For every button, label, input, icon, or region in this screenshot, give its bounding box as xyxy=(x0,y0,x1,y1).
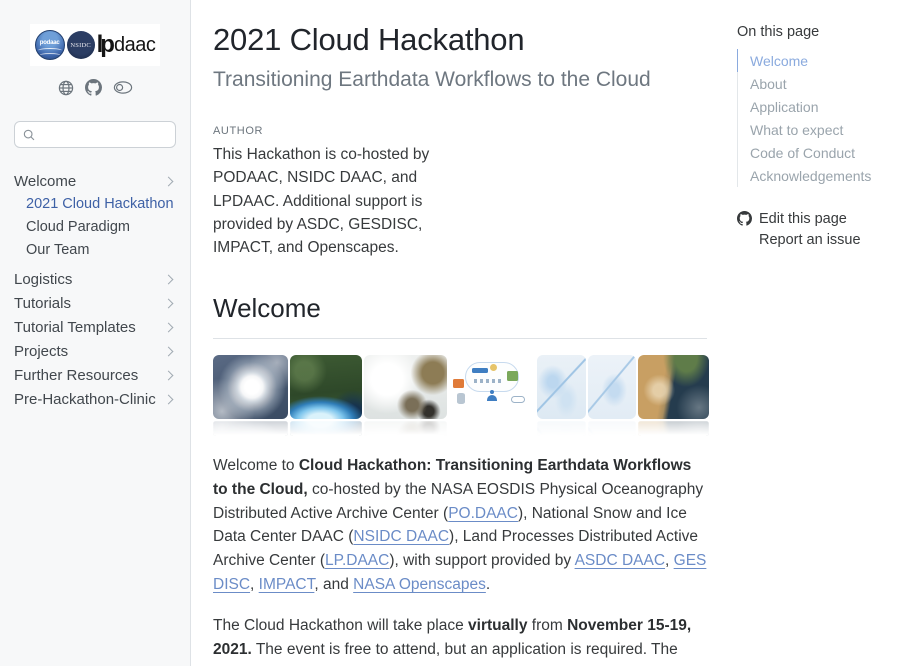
section-heading-welcome: Welcome xyxy=(213,293,707,339)
github-icon[interactable] xyxy=(85,79,102,96)
link-nasa-openscapes[interactable]: NASA Openscapes xyxy=(353,576,486,593)
cloud-architecture-diagram xyxy=(449,355,535,436)
sidebar-item-label: Welcome xyxy=(14,173,76,190)
desert-coast-satellite xyxy=(638,355,709,436)
toc-item-acknowledgements[interactable]: Acknowledgements xyxy=(737,164,892,187)
report-an-issue-link[interactable]: Report an issue xyxy=(737,229,892,250)
report-an-issue-label: Report an issue xyxy=(759,232,861,248)
page-subtitle: Transitioning Earthdata Workflows to the… xyxy=(213,68,707,92)
sidebar-item-further-resources[interactable]: Further Resources xyxy=(14,363,176,387)
chevron-right-icon xyxy=(164,274,174,284)
main-area: 2021 Cloud Hackathon Transitioning Earth… xyxy=(191,0,900,666)
toc-item-what-to-expect[interactable]: What to expect xyxy=(737,118,892,141)
sidebar-nav: Welcome 2021 Cloud Hackathon Cloud Parad… xyxy=(14,169,176,411)
sidebar-item-projects[interactable]: Projects xyxy=(14,339,176,363)
page-title: 2021 Cloud Hackathon xyxy=(213,22,707,58)
link-nsidc-daac[interactable]: NSIDC DAAC xyxy=(353,528,449,545)
banner-image-strip xyxy=(213,355,707,436)
sidebar-item-label: Tutorial Templates xyxy=(14,319,136,336)
search-box[interactable] xyxy=(14,121,176,148)
link-lpdaac[interactable]: LP.DAAC xyxy=(325,552,389,569)
sidebar: podaac NSIDC lp daac xyxy=(0,0,191,666)
hurricane-satellite xyxy=(213,355,288,436)
toc-heading: On this page xyxy=(737,24,892,40)
edit-this-page-label: Edit this page xyxy=(759,211,847,227)
nsidc-logo-icon: NSIDC xyxy=(67,31,95,59)
sidebar-item-label: Projects xyxy=(14,343,68,360)
sidebar-item-label: Further Resources xyxy=(14,367,138,384)
toc-item-welcome[interactable]: Welcome xyxy=(737,49,892,72)
author-label: AUTHOR xyxy=(213,125,707,137)
link-asdc-daac[interactable]: ASDC DAAC xyxy=(575,552,665,569)
toc: On this page Welcome About Application W… xyxy=(737,0,900,666)
toc-actions: Edit this page Report an issue xyxy=(737,208,892,250)
edit-this-page-link[interactable]: Edit this page xyxy=(737,208,892,229)
toc-item-code-of-conduct[interactable]: Code of Conduct xyxy=(737,141,892,164)
sidebar-item-2021-cloud-hackathon[interactable]: 2021 Cloud Hackathon xyxy=(14,193,176,216)
coastal-forest-satellite xyxy=(290,355,362,436)
link-impact[interactable]: IMPACT xyxy=(259,576,315,593)
schedule-paragraph: The Cloud Hackathon will take place virt… xyxy=(213,614,707,666)
daac-label: daac xyxy=(114,35,155,55)
lp-mark-label: lp xyxy=(97,33,112,57)
author-text: This Hackathon is co-hosted by PODAAC, N… xyxy=(213,143,477,259)
search-input[interactable] xyxy=(41,126,167,143)
social-links xyxy=(14,79,176,96)
lpdaac-logo-icon: lp daac xyxy=(97,33,156,57)
sidebar-item-cloud-paradigm[interactable]: Cloud Paradigm xyxy=(14,216,176,239)
link-podaac[interactable]: PO.DAAC xyxy=(448,505,518,522)
globe-icon[interactable] xyxy=(58,80,74,96)
sea-ice-satellite-alt xyxy=(588,355,636,436)
podaac-logo-icon: podaac xyxy=(35,30,65,60)
toc-item-about[interactable]: About xyxy=(737,72,892,95)
github-icon xyxy=(737,211,752,226)
sidebar-subnav-welcome: 2021 Cloud Hackathon Cloud Paradigm Our … xyxy=(14,193,176,262)
article: 2021 Cloud Hackathon Transitioning Earth… xyxy=(213,0,707,666)
toc-item-application[interactable]: Application xyxy=(737,95,892,118)
sidebar-item-label: Tutorials xyxy=(14,295,71,312)
chevron-right-icon xyxy=(164,298,174,308)
arctic-ice-satellite xyxy=(364,355,447,436)
chevron-right-icon xyxy=(164,322,174,332)
nsidc-logo-label: NSIDC xyxy=(70,42,91,49)
sidebar-item-tutorials[interactable]: Tutorials xyxy=(14,291,176,315)
search-icon xyxy=(23,128,35,142)
welcome-paragraph: Welcome to Cloud Hackathon: Transitionin… xyxy=(213,454,707,596)
chevron-right-icon xyxy=(164,370,174,380)
page: podaac NSIDC lp daac xyxy=(0,0,900,666)
sea-ice-satellite xyxy=(537,355,586,436)
toc-list: Welcome About Application What to expect… xyxy=(737,49,892,187)
sidebar-item-tutorial-templates[interactable]: Tutorial Templates xyxy=(14,315,176,339)
site-logo[interactable]: podaac NSIDC lp daac xyxy=(30,24,160,66)
sidebar-item-pre-hackathon-clinic[interactable]: Pre-Hackathon-Clinic xyxy=(14,387,176,411)
sidebar-item-label: Logistics xyxy=(14,271,72,288)
chevron-right-icon xyxy=(164,394,174,404)
sidebar-item-our-team[interactable]: Our Team xyxy=(14,239,176,262)
sidebar-item-logistics[interactable]: Logistics xyxy=(14,267,176,291)
toggle-icon[interactable] xyxy=(113,80,133,95)
sidebar-item-welcome[interactable]: Welcome xyxy=(14,169,176,193)
chevron-right-icon xyxy=(164,176,174,186)
chevron-right-icon xyxy=(164,346,174,356)
sidebar-item-label: Pre-Hackathon-Clinic xyxy=(14,391,156,408)
podaac-logo-label: podaac xyxy=(40,40,60,46)
